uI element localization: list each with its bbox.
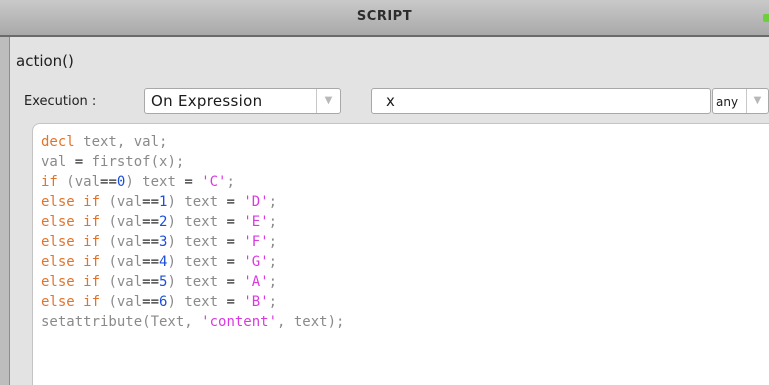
code-token: 'B' xyxy=(243,294,269,310)
code-token: text, val; xyxy=(74,134,168,150)
maximize-icon[interactable] xyxy=(763,14,769,22)
code-token: 'A' xyxy=(243,274,269,290)
code-token: 'D' xyxy=(243,194,269,210)
execution-label: Execution : xyxy=(24,94,97,109)
code-editor[interactable]: decl text, val; val = firstof(x); if (val=… xyxy=(32,123,769,385)
code-token: val xyxy=(41,154,75,170)
code-line[interactable]: val = firstof(x); xyxy=(41,152,184,172)
code-token: = xyxy=(226,194,235,210)
code-token: setattribute(Text, xyxy=(41,314,202,330)
code-token: decl xyxy=(41,134,75,150)
execution-mode-select[interactable]: On Expression ▼ xyxy=(144,88,341,114)
code-token: 'content' xyxy=(201,314,278,330)
code-line[interactable]: else if (val==4) text = 'G'; xyxy=(41,252,277,272)
code-token: = xyxy=(226,254,235,270)
execution-mode-value: On Expression xyxy=(151,92,263,110)
code-token: ; xyxy=(268,234,278,250)
code-token: == xyxy=(142,294,160,310)
expression-input[interactable]: x xyxy=(371,88,711,114)
code-line[interactable]: else if (val==5) text = 'A'; xyxy=(41,272,277,292)
code-line[interactable]: if (val==0) text = 'C'; xyxy=(41,172,235,192)
code-token: ) text xyxy=(167,254,227,270)
code-token: else if xyxy=(41,274,101,290)
code-token: == xyxy=(142,274,160,290)
code-token: else if xyxy=(41,254,101,270)
code-token: ; xyxy=(268,274,278,290)
code-line[interactable]: else if (val==3) text = 'F'; xyxy=(41,232,277,252)
code-token: == xyxy=(142,194,160,210)
code-line[interactable]: else if (val==1) text = 'D'; xyxy=(41,192,277,212)
code-token: else if xyxy=(41,214,101,230)
code-line[interactable]: else if (val==2) text = 'E'; xyxy=(41,212,277,232)
script-panel: action() Execution : On Expression ▼ x a… xyxy=(10,37,769,385)
code-token: (val xyxy=(100,254,143,270)
code-token: ) text xyxy=(167,294,227,310)
code-token: (val xyxy=(100,274,143,290)
chevron-down-icon[interactable]: ▼ xyxy=(316,89,340,113)
code-token: , text); xyxy=(277,314,345,330)
code-token: else if xyxy=(41,294,101,310)
code-token: else if xyxy=(41,234,101,250)
code-token: ; xyxy=(268,254,278,270)
code-token: = xyxy=(226,214,235,230)
code-token: 'G' xyxy=(243,254,269,270)
code-token: ) text xyxy=(167,194,227,210)
code-token: ; xyxy=(226,174,235,190)
code-token: firstof(x); xyxy=(83,154,185,170)
code-token: else if xyxy=(41,194,101,210)
code-token: (val xyxy=(100,294,143,310)
code-token: == xyxy=(142,214,160,230)
code-token: 'F' xyxy=(243,234,269,250)
code-token: == xyxy=(142,254,160,270)
code-line[interactable]: else if (val==6) text = 'B'; xyxy=(41,292,277,312)
code-token: ) text xyxy=(167,274,227,290)
code-token: = xyxy=(184,174,193,190)
code-token: 'C' xyxy=(201,174,227,190)
title-bar[interactable]: SCRIPT xyxy=(0,0,769,37)
code-token: (val xyxy=(100,234,143,250)
code-token: ; xyxy=(268,194,278,210)
code-token: = xyxy=(74,154,84,170)
code-token: == xyxy=(100,174,117,190)
code-token: 'E' xyxy=(243,214,269,230)
code-token: ) text xyxy=(167,234,227,250)
code-token: (val xyxy=(57,174,101,190)
code-line[interactable]: setattribute(Text, 'content', text); xyxy=(41,312,344,332)
code-token: = xyxy=(226,294,235,310)
code-token: ) text xyxy=(125,174,185,190)
code-token: if xyxy=(41,174,58,190)
trigger-value: any xyxy=(716,95,739,109)
window-title: SCRIPT xyxy=(356,9,413,24)
trigger-select[interactable]: any ▼ xyxy=(712,88,769,114)
code-token: (val xyxy=(100,214,143,230)
code-token: ; xyxy=(268,294,278,310)
code-token: = xyxy=(226,234,235,250)
expression-value: x xyxy=(386,92,395,110)
chevron-down-icon[interactable]: ▼ xyxy=(746,89,768,113)
code-token: (val xyxy=(100,194,143,210)
action-name: action() xyxy=(16,52,74,70)
panel-left-border xyxy=(0,37,10,385)
code-token: ; xyxy=(268,214,278,230)
code-token: = xyxy=(226,274,235,290)
code-token: == xyxy=(142,234,160,250)
code-token: ) text xyxy=(167,214,227,230)
code-line[interactable]: decl text, val; xyxy=(41,132,167,152)
